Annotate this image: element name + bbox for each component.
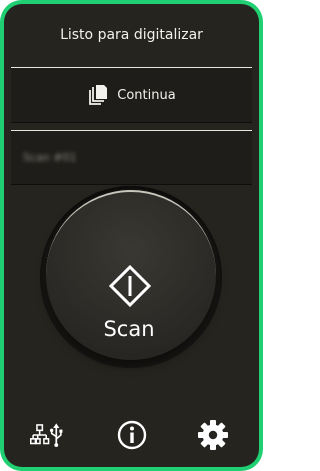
status-text: Listo para digitalizar [60, 27, 203, 43]
info-icon [117, 420, 147, 450]
settings-button[interactable] [196, 418, 230, 452]
network-usb-button[interactable] [30, 418, 64, 452]
stacked-pages-icon [89, 85, 108, 105]
profile-name: Scan #01 [23, 151, 77, 164]
diamond-bar-icon [108, 264, 152, 308]
scanner-panel: Listo para digitalizar Continua Scan #01… [4, 4, 259, 467]
scan-button-label: Scan [103, 317, 155, 341]
network-usb-icon [30, 423, 63, 447]
scan-button[interactable]: Scan [46, 190, 216, 360]
profile-selector[interactable]: Scan #01 [11, 130, 252, 185]
scan-mode-label: Continua [117, 87, 176, 103]
info-button[interactable] [115, 418, 149, 452]
scan-mode-selector[interactable]: Continua [11, 67, 252, 123]
gear-icon [198, 420, 228, 450]
